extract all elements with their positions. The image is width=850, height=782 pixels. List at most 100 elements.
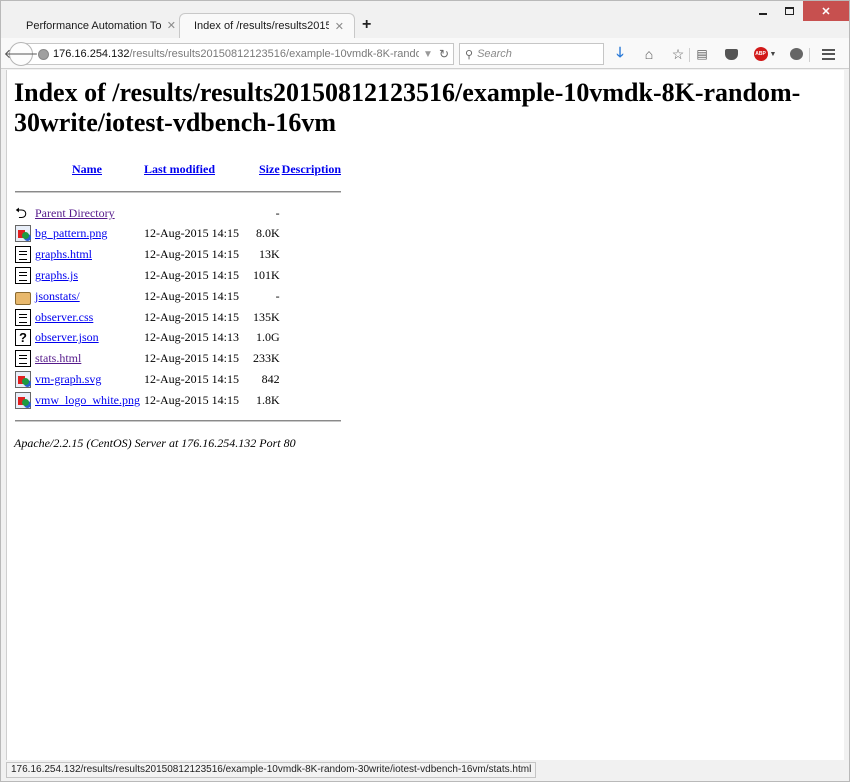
close-window-button[interactable]: ✕ <box>803 1 849 21</box>
table-row: graphs.js 12-Aug-2015 14:15 101K <box>15 265 341 286</box>
image-file-icon <box>15 391 31 409</box>
image-file-icon <box>15 225 31 243</box>
reload-icon[interactable]: ↻ <box>439 47 449 61</box>
table-row: ? observer.json 12-Aug-2015 14:13 1.0G <box>15 328 341 349</box>
downloads-icon[interactable]: 🡓 <box>610 44 630 64</box>
chat-icon[interactable] <box>786 44 806 64</box>
modified-cell: 12-Aug-2015 14:15 <box>144 247 239 262</box>
size-cell: 842 <box>261 372 280 387</box>
sort-by-description-link[interactable]: Description <box>282 162 341 176</box>
size-cell: 8.0K <box>256 226 280 241</box>
url-host: 176.16.254.132 <box>53 48 130 60</box>
search-placeholder: Search <box>477 48 512 60</box>
sort-by-size-link[interactable]: Size <box>259 162 280 176</box>
modified-cell: 12-Aug-2015 14:15 <box>144 226 239 241</box>
description-cell <box>282 286 341 307</box>
description-cell <box>282 265 341 286</box>
size-cell: 233K <box>253 351 280 366</box>
modified-cell: 12-Aug-2015 14:15 <box>144 372 239 387</box>
file-link[interactable]: observer.json <box>35 330 99 344</box>
unknown-file-icon: ? <box>15 329 31 347</box>
sort-by-name-link[interactable]: Name <box>72 162 102 176</box>
size-cell: 1.0G <box>256 330 280 345</box>
url-bar-actions: ▼ ↻ <box>419 44 453 64</box>
sort-by-last-modified-link[interactable]: Last modified <box>144 162 215 176</box>
file-link[interactable]: bg_pattern.png <box>35 226 107 240</box>
text-file-icon <box>15 308 31 326</box>
pocket-icon[interactable] <box>721 44 741 64</box>
description-cell <box>282 390 341 411</box>
browser-window: Performance Automation Tool ... ✕ Index … <box>0 0 850 782</box>
divider <box>15 420 341 423</box>
file-link[interactable]: jsonstats/ <box>35 289 80 303</box>
table-row: vm-graph.svg 12-Aug-2015 14:15 842 <box>15 369 341 390</box>
description-cell <box>282 224 341 245</box>
tab-index-of-results[interactable]: Index of /results/results2015081... ✕ <box>179 13 355 38</box>
table-row: bg_pattern.png 12-Aug-2015 14:15 8.0K <box>15 224 341 245</box>
reading-list-icon[interactable]: ▤ <box>692 44 712 64</box>
close-icon: ✕ <box>821 5 831 18</box>
adblock-plus-icon[interactable]: ABP ▼ <box>752 44 778 64</box>
directory-listing: Name Last modified Size Description ⮌ Pa… <box>13 156 343 432</box>
parent-directory-icon: ⮌ <box>15 205 28 222</box>
tab-strip: Performance Automation Tool ... ✕ Index … <box>1 1 849 38</box>
parent-directory-link[interactable]: Parent Directory <box>35 206 115 220</box>
status-bar: 176.16.254.132/results/results2015081212… <box>6 762 537 778</box>
url-bar[interactable]: 176.16.254.132/results/results2015081212… <box>21 43 454 65</box>
chevron-down-icon: ▼ <box>769 50 777 58</box>
file-link[interactable]: graphs.js <box>35 268 78 282</box>
page-content: Index of /results/results20150812123516/… <box>6 70 844 760</box>
tab-label: Index of /results/results2015081... <box>194 20 329 32</box>
size-cell: 13K <box>259 247 280 262</box>
maximize-button[interactable] <box>776 1 803 21</box>
size-cell: - <box>275 288 280 303</box>
size-cell: 1.8K <box>256 392 280 407</box>
image-file-icon <box>15 371 31 389</box>
toolbar-separator <box>809 48 810 62</box>
back-button[interactable]: 🡐 <box>4 42 38 66</box>
abp-badge: ABP <box>753 47 768 61</box>
maximize-icon <box>785 7 794 15</box>
home-icon[interactable]: ⌂ <box>639 44 659 64</box>
file-link[interactable]: vm-graph.svg <box>35 372 101 386</box>
new-tab-button[interactable]: + <box>362 16 371 34</box>
header-row: Name Last modified Size Description <box>15 156 341 182</box>
table-row: ⮌ Parent Directory - <box>15 203 341 224</box>
folder-icon <box>15 291 31 305</box>
modified-cell: 12-Aug-2015 14:15 <box>144 309 239 324</box>
search-input[interactable]: ⚲ Search <box>459 43 604 65</box>
toolbar-separator <box>689 48 690 62</box>
text-file-icon <box>15 350 31 368</box>
table-row: stats.html 12-Aug-2015 14:15 233K <box>15 348 341 369</box>
search-icon: ⚲ <box>465 48 474 61</box>
tab-performance-automation-tool[interactable]: Performance Automation Tool ... ✕ <box>8 13 186 38</box>
file-link[interactable]: observer.css <box>35 310 93 324</box>
table-row: observer.css 12-Aug-2015 14:15 135K <box>15 307 341 328</box>
globe-icon <box>38 48 49 60</box>
close-tab-icon[interactable]: ✕ <box>167 19 176 32</box>
table-row: jsonstats/12-Aug-2015 14:15 - <box>15 286 341 307</box>
divider <box>15 191 341 194</box>
minimize-button[interactable] <box>749 1 776 21</box>
tab-label: Performance Automation Tool ... <box>26 19 161 32</box>
file-link[interactable]: vmw_logo_white.png <box>35 393 140 407</box>
modified-cell: 12-Aug-2015 14:15 <box>144 268 239 283</box>
size-cell: 101K <box>253 268 280 283</box>
table-row: vmw_logo_white.png 12-Aug-2015 14:15 1.8K <box>15 390 341 411</box>
text-file-icon <box>15 267 31 285</box>
server-signature: Apache/2.2.15 (CentOS) Server at 176.16.… <box>14 435 296 450</box>
bookmark-star-icon[interactable]: ☆ <box>668 44 688 64</box>
modified-cell: 12-Aug-2015 14:15 <box>144 288 239 303</box>
file-link[interactable]: stats.html <box>35 351 81 365</box>
menu-icon[interactable] <box>818 44 838 64</box>
window-controls: ✕ <box>749 1 849 23</box>
close-tab-icon[interactable]: ✕ <box>335 20 344 33</box>
modified-cell: 12-Aug-2015 14:15 <box>144 392 239 407</box>
back-arrow-icon: 🡐 <box>3 46 39 61</box>
page-title: Index of /results/results20150812123516/… <box>14 78 801 137</box>
modified-cell: 12-Aug-2015 14:13 <box>144 330 239 345</box>
description-cell <box>282 328 341 349</box>
history-dropdown-icon[interactable]: ▼ <box>423 49 433 60</box>
modified-cell: 12-Aug-2015 14:15 <box>144 351 239 366</box>
file-link[interactable]: graphs.html <box>35 247 92 261</box>
